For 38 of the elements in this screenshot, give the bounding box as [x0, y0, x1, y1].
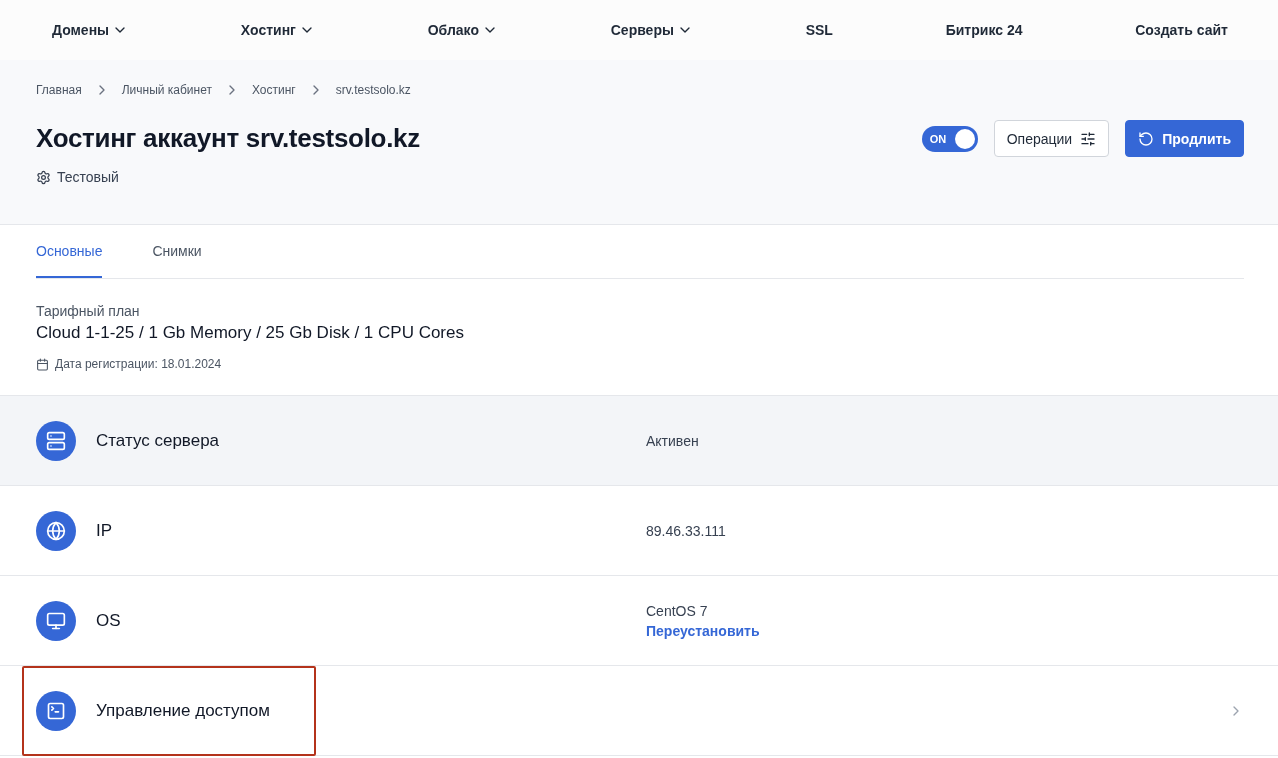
nav-link[interactable]: Создать сайт: [1135, 22, 1228, 38]
globe-icon: [36, 510, 76, 551]
row-label: OS: [96, 610, 122, 631]
breadcrumb-link[interactable]: Хостинг: [251, 83, 296, 97]
calendar-icon: [36, 357, 49, 371]
renew-button[interactable]: Продлить: [1125, 120, 1244, 157]
tab[interactable]: Основные: [36, 225, 103, 278]
operations-button[interactable]: Операции: [993, 120, 1110, 157]
breadcrumb-link[interactable]: Личный кабинет: [121, 83, 212, 97]
monitor-icon: [36, 600, 76, 641]
registration-date: Дата регистрации: 18.01.2024: [55, 357, 222, 371]
row-label: IP: [96, 520, 114, 541]
sliders-icon: [1080, 130, 1097, 147]
account-type: Тестовый: [57, 169, 119, 185]
nav-link[interactable]: SSL: [805, 22, 833, 38]
terminal-icon: [36, 690, 76, 731]
plan-label: Тарифный план: [36, 303, 141, 319]
nav-link[interactable]: Битрикс 24: [945, 22, 1023, 38]
breadcrumb-link[interactable]: Главная: [36, 83, 82, 97]
nav-link[interactable]: Домены: [52, 22, 129, 38]
reinstall-link[interactable]: Переустановить: [646, 622, 760, 639]
row-value: Активен: [646, 432, 699, 449]
nav-link[interactable]: Облако: [427, 22, 498, 38]
page-title: Хостинг аккаунт srv.testsolo.kz: [36, 123, 420, 154]
breadcrumb-link[interactable]: srv.testsolo.kz: [335, 83, 411, 97]
row-value: 89.46.33.111: [646, 522, 726, 539]
gear-icon: [36, 169, 51, 185]
nav-link[interactable]: Серверы: [610, 22, 693, 38]
info-row[interactable]: Управление доступом: [0, 666, 1278, 756]
row-value: CentOS 7: [646, 602, 709, 619]
plan-value: Cloud 1-1-25 / 1 Gb Memory / 25 Gb Disk / 1 CPU Cores: [36, 323, 465, 343]
server-icon: [36, 420, 76, 461]
row-label: Управление доступом: [96, 700, 271, 721]
tab[interactable]: Снимки: [152, 225, 202, 278]
rotate-icon: [1138, 130, 1155, 147]
row-label: Статус сервера: [96, 430, 221, 451]
nav-link[interactable]: Хостинг: [240, 22, 315, 38]
power-toggle[interactable]: ON: [921, 125, 978, 152]
